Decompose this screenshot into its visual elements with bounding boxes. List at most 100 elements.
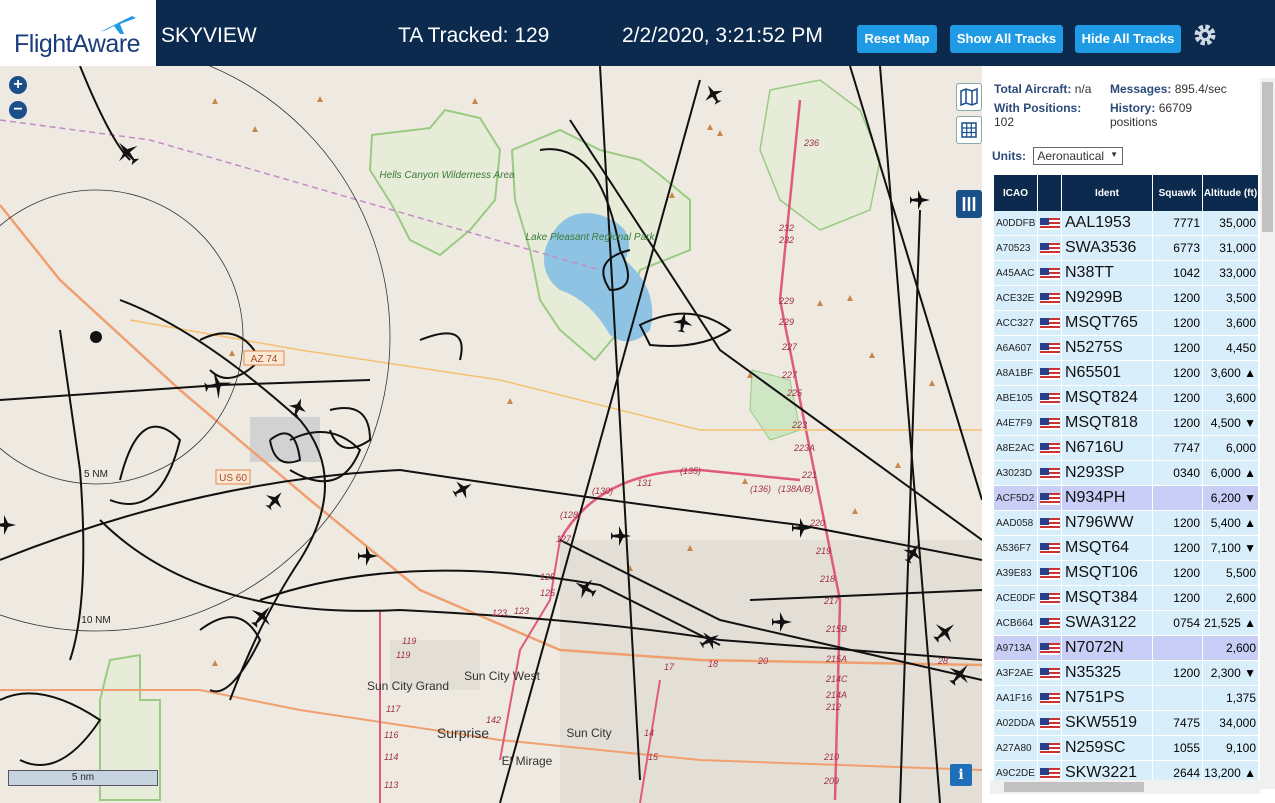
road-label: 215B (825, 624, 847, 634)
messages: Messages: 895.4/sec (1110, 82, 1227, 96)
table-row[interactable]: A4E7F9 MSQT818 1200 4,500 ▼ (994, 410, 1259, 436)
ident-cell: N65501 (1061, 360, 1153, 386)
table-row[interactable]: AA1F16 N751PS 1,375 (994, 685, 1259, 711)
reset-map-button[interactable]: Reset Map (857, 25, 937, 53)
icao-cell: A27A80 (994, 735, 1038, 761)
flag-cell (1037, 335, 1062, 361)
squawk-cell: 1200 (1152, 360, 1203, 386)
table-row[interactable]: ACB664 SWA3122 0754 21,525 ▲ (994, 610, 1259, 636)
table-row[interactable]: ABE105 MSQT824 1200 3,600 (994, 385, 1259, 411)
scroll-thumb[interactable] (1262, 82, 1273, 232)
table-row[interactable]: ACC327 MSQT765 1200 3,600 (994, 310, 1259, 336)
total-aircraft-value: n/a (1074, 82, 1092, 96)
table-row[interactable]: A8E2AC N6716U 7747 6,000 (994, 435, 1259, 461)
road-label: 116 (384, 730, 398, 740)
units-select[interactable]: Aeronautical (1033, 147, 1124, 165)
squawk-cell: 1200 (1152, 560, 1203, 586)
ident-cell: N751PS (1061, 685, 1153, 711)
ident-cell: N9299B (1061, 285, 1153, 311)
altitude-cell: 4,450 (1202, 335, 1259, 361)
table-row[interactable]: AAD058 N796WW 1200 5,400 ▲ (994, 510, 1259, 536)
icao-cell: A8E2AC (994, 435, 1038, 461)
road-label: 232 (778, 223, 794, 233)
table-row[interactable]: ACE32E N9299B 1200 3,500 (994, 285, 1259, 311)
col-ident[interactable]: Ident (1061, 175, 1153, 211)
tracked-count: TA Tracked: 129 (398, 24, 550, 47)
table-row[interactable]: ACE0DF MSQT384 1200 2,600 (994, 585, 1259, 611)
place-label: Sun City West (464, 669, 540, 683)
altitude-cell: 33,000 (1202, 260, 1259, 286)
squawk-cell: 7475 (1152, 710, 1203, 736)
squawk-cell (1152, 485, 1203, 511)
icao-cell: ACC327 (994, 310, 1038, 336)
place-label: Hells Canyon Wilderness Area (379, 170, 515, 181)
altitude-cell: 5,400 ▲ (1202, 510, 1259, 536)
ident-cell: N35325 (1061, 660, 1153, 686)
show-all-tracks-button[interactable]: Show All Tracks (950, 25, 1063, 53)
road-label: 236 (803, 138, 819, 148)
flightaware-logo[interactable]: FlightAware (0, 0, 156, 66)
flag-cell (1037, 285, 1062, 311)
table-row[interactable]: A536F7 MSQT64 1200 7,100 ▼ (994, 535, 1259, 561)
squawk-cell (1152, 635, 1203, 661)
flag-cell (1037, 310, 1062, 336)
table-row[interactable]: A70523 SWA3536 6773 31,000 (994, 235, 1259, 261)
altitude-cell: 34,000 (1202, 710, 1259, 736)
table-row[interactable]: A3F2AE N35325 1200 2,300 ▼ (994, 660, 1259, 686)
table-row[interactable]: A3023D N293SP 0340 6,000 ▲ (994, 460, 1259, 486)
map-area[interactable]: Hells Canyon Wilderness Area Lake Pleasa… (0, 66, 982, 803)
road-label: 217 (823, 596, 840, 606)
squawk-cell: 1055 (1152, 735, 1203, 761)
squawk-cell: 1200 (1152, 385, 1203, 411)
table-row[interactable]: A6A607 N5275S 1200 4,450 (994, 335, 1259, 361)
table-row[interactable]: A45AAC N38TT 1042 33,000 (994, 260, 1259, 286)
messages-label: Messages: (1110, 82, 1172, 96)
grid-toggle-button[interactable] (956, 116, 982, 144)
map-layers-button[interactable] (956, 83, 982, 111)
ident-cell: MSQT824 (1061, 385, 1153, 411)
road-label: 14 (644, 728, 654, 738)
place-label: Surprise (437, 725, 489, 741)
table-row[interactable]: A9713A N7072N 2,600 (994, 635, 1259, 661)
road-label: 119 (402, 636, 416, 646)
gear-icon[interactable] (1192, 22, 1218, 48)
table-row[interactable]: A8A1BF N65501 1200 3,600 ▲ (994, 360, 1259, 386)
altitude-cell: 2,300 ▼ (1202, 660, 1259, 686)
col-flag[interactable] (1037, 175, 1062, 211)
road-label: 229 (778, 296, 794, 306)
altitude-cell: 3,600 (1202, 385, 1259, 411)
us-flag-icon (1039, 567, 1060, 580)
table-row[interactable]: A0DDFB AAL1953 7771 35,000 (994, 211, 1259, 236)
scroll-thumb[interactable] (1004, 782, 1144, 792)
zoom-out-button[interactable]: − (9, 101, 27, 119)
horizontal-scrollbar[interactable] (990, 780, 1260, 794)
col-squawk[interactable]: Squawk (1152, 175, 1203, 211)
range-ring-label: 10 NM (81, 615, 110, 626)
flag-cell (1037, 385, 1062, 411)
columns-toggle-button[interactable] (956, 190, 982, 218)
table-row[interactable]: A02DDA SKW5519 7475 34,000 (994, 710, 1259, 736)
vertical-scrollbar[interactable] (1260, 78, 1275, 789)
ident-cell: N38TT (1061, 260, 1153, 286)
hide-all-tracks-button[interactable]: Hide All Tracks (1075, 25, 1181, 53)
squawk-cell: 1200 (1152, 285, 1203, 311)
icao-cell: A70523 (994, 235, 1038, 261)
table-row[interactable]: ACF5D2 N934PH 6,200 ▼ (994, 485, 1259, 511)
us-flag-icon (1039, 217, 1060, 230)
info-button[interactable]: i (950, 764, 972, 786)
units-label: Units: (992, 149, 1026, 163)
road-label: 232 (778, 235, 794, 245)
ident-cell: N6716U (1061, 435, 1153, 461)
col-altitude[interactable]: Altitude (ft) (1202, 175, 1259, 211)
altitude-cell: 2,600 (1202, 585, 1259, 611)
table-row[interactable]: A27A80 N259SC 1055 9,100 (994, 735, 1259, 761)
zoom-in-button[interactable]: + (9, 76, 27, 94)
table-row[interactable]: A39E83 MSQT106 1200 5,500 (994, 560, 1259, 586)
scale-bar: 5 nm (8, 770, 158, 786)
place-label: Lake Pleasant Regional Park (526, 232, 656, 243)
col-icao[interactable]: ICAO (994, 175, 1038, 211)
icao-cell: ACB664 (994, 610, 1038, 636)
us-flag-icon (1039, 492, 1060, 505)
us-flag-icon (1039, 367, 1060, 380)
icao-cell: A6A607 (994, 335, 1038, 361)
